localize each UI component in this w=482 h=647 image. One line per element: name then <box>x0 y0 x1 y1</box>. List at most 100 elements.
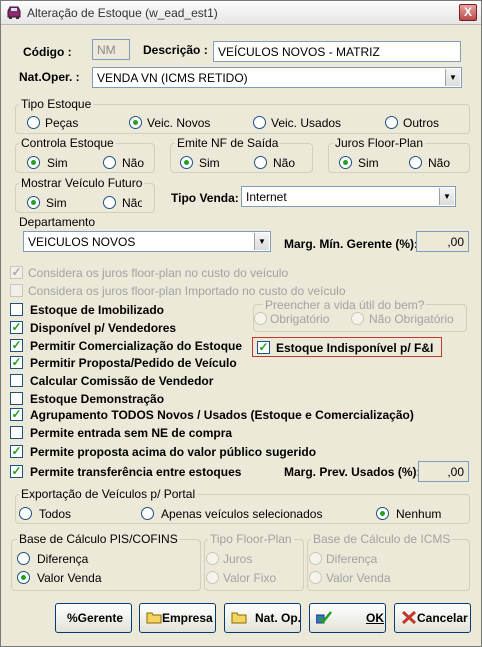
radio-emite-nao[interactable] <box>254 156 267 169</box>
cancelar-button-label: Cancelar <box>417 611 468 625</box>
label-icms-valor-venda: Valor Venda <box>326 571 391 585</box>
label-entrada-sem-ne: Permite entrada sem NE de compra <box>30 426 233 440</box>
radio-nao-obrigatorio <box>351 312 364 325</box>
check-permitir-comercializacao[interactable]: ✓ <box>10 339 23 352</box>
check-entrada-sem-ne[interactable] <box>10 426 23 439</box>
marg-min-label: Marg. Mín. Gerente (%): <box>284 237 419 251</box>
empresa-button-label: Empresa <box>162 611 213 625</box>
radio-veic-usados[interactable] <box>253 116 266 129</box>
radio-exp-selecionados[interactable] <box>141 507 154 520</box>
check-disponivel-vendedores[interactable]: ✓ <box>10 321 23 334</box>
radio-emite-sim[interactable] <box>180 156 193 169</box>
radio-juros-sim[interactable] <box>339 156 352 169</box>
checkmark-icon <box>316 611 332 624</box>
window-title: Alteração de Estoque (w_ead_est1) <box>27 6 218 20</box>
radio-controla-nao[interactable] <box>103 156 116 169</box>
check-proposta-acima[interactable]: ✓ <box>10 445 23 458</box>
label-pecas: Peças <box>45 116 79 130</box>
marg-prev-field[interactable]: ,00 <box>418 461 469 482</box>
label-juros-nao: Não <box>428 156 451 170</box>
check-calcular-comissao[interactable] <box>10 374 23 387</box>
marg-min-field[interactable]: ,00 <box>416 231 469 252</box>
cancelar-button[interactable]: Cancelar <box>394 603 471 633</box>
label-emite-nao: Não <box>273 156 296 170</box>
tipo-venda-select[interactable]: Internet ▼ <box>241 186 456 207</box>
check-estoque-demonstracao[interactable] <box>10 392 23 405</box>
radio-futuro-nao[interactable] <box>103 196 116 209</box>
radio-pis-valor-venda[interactable] <box>17 571 30 584</box>
departamento-select[interactable]: VEICULOS NOVOS ▼ <box>23 231 271 252</box>
descricao-field[interactable]: VEÍCULOS NOVOS - MATRIZ <box>213 41 461 62</box>
label-juros-floor-custo: Considera os juros floor-plan no custo d… <box>28 266 289 280</box>
label-icms-diferenca: Diferença <box>326 552 378 566</box>
cancel-x-icon <box>401 611 417 624</box>
natop-button-label: Nat. Op. <box>255 611 302 625</box>
close-button[interactable]: X <box>459 4 477 21</box>
radio-pis-diferenca[interactable] <box>17 552 30 565</box>
label-juros-sim: Sim <box>358 156 379 170</box>
label-pis-diferenca: Diferença <box>37 552 89 566</box>
radio-icms-valor-venda <box>309 571 322 584</box>
base-icms-title: Base de Cálculo de ICMS <box>311 532 453 546</box>
label-disponivel-vendedores: Disponível p/ Vendedores <box>30 321 177 335</box>
juros-floor-title: Juros Floor-Plan <box>333 136 426 150</box>
ok-button-label: OK <box>366 611 384 625</box>
radio-exp-nenhum[interactable] <box>376 507 389 520</box>
radio-icms-diferenca <box>309 552 322 565</box>
car-app-icon <box>7 6 21 19</box>
base-pis-title: Base de Cálculo PIS/COFINS <box>17 532 180 546</box>
natoper-label: Nat.Oper. : <box>19 70 80 84</box>
radio-floor-juros <box>206 552 219 565</box>
empresa-button[interactable]: Empresa <box>139 603 216 633</box>
codigo-field[interactable]: NM <box>92 39 130 60</box>
marg-prev-label: Marg. Prev. Usados (%): <box>284 465 421 479</box>
label-veic-usados: Veic. Usados <box>271 116 342 130</box>
emite-nf-title: Emite NF de Saída <box>175 136 281 150</box>
label-exp-selecionados: Apenas veículos selecionados <box>161 507 323 521</box>
check-agrupamento-todos[interactable]: ✓ <box>10 408 23 421</box>
check-permitir-proposta[interactable]: ✓ <box>10 356 23 369</box>
radio-floor-valor-fixo <box>206 571 219 584</box>
radio-pecas[interactable] <box>27 116 40 129</box>
radio-veic-novos[interactable] <box>129 116 142 129</box>
label-estoque-imobilizado: Estoque de Imobilizado <box>30 303 165 317</box>
natop-button[interactable]: Nat. Op. <box>224 603 301 633</box>
check-estoque-imobilizado[interactable] <box>10 303 23 316</box>
label-permitir-comercializacao: Permitir Comercialização do Estoque <box>30 339 243 353</box>
check-transferencia-estoques[interactable]: ✓ <box>10 465 23 478</box>
radio-juros-nao[interactable] <box>409 156 422 169</box>
chevron-down-icon[interactable]: ▼ <box>445 69 460 86</box>
chevron-down-icon[interactable]: ▼ <box>254 233 269 250</box>
label-estoque-indisponivel: Estoque Indisponível p/ F&I <box>276 341 434 355</box>
label-floor-juros: Juros <box>223 552 253 566</box>
radio-obrigatorio <box>254 312 267 325</box>
departamento-title: Departamento <box>19 215 96 229</box>
radio-exp-todos[interactable] <box>19 507 32 520</box>
check-juros-floor-custo: ✓ <box>10 265 23 279</box>
title-bar[interactable]: Alteração de Estoque (w_ead_est1) X <box>1 1 481 25</box>
label-proposta-acima: Permite proposta acima do valor público … <box>30 445 317 459</box>
label-agrupamento-todos: Agrupamento TODOS Novos / Usados (Estoqu… <box>30 408 414 422</box>
radio-futuro-sim[interactable] <box>27 196 40 209</box>
natoper-value: VENDA VN (ICMS RETIDO) <box>97 71 248 85</box>
label-emite-sim: Sim <box>199 156 220 170</box>
label-transferencia-estoques: Permite transferência entre estoques <box>30 465 242 479</box>
ok-button[interactable]: OK <box>309 603 386 633</box>
label-obrigatorio: Obrigatório <box>270 312 330 326</box>
label-juros-floor-importado: Considera os juros floor-plan Importado … <box>28 284 346 298</box>
folder-icon <box>146 612 162 624</box>
radio-controla-sim[interactable] <box>27 156 40 169</box>
descricao-label: Descrição : <box>143 43 208 57</box>
label-pis-valor-venda: Valor Venda <box>37 571 102 585</box>
chevron-down-icon[interactable]: ▼ <box>439 188 454 205</box>
departamento-value: VEICULOS NOVOS <box>28 235 136 249</box>
label-calcular-comissao: Calcular Comissão de Vendedor <box>30 374 214 388</box>
check-estoque-indisponivel[interactable]: ✓ <box>257 341 270 354</box>
natoper-select[interactable]: VENDA VN (ICMS RETIDO) ▼ <box>92 67 462 88</box>
gerente-button[interactable]: %Gerente <box>55 603 132 633</box>
radio-outros[interactable] <box>385 116 398 129</box>
check-juros-floor-importado <box>10 284 23 297</box>
folder-icon <box>231 612 247 624</box>
label-futuro-sim: Sim <box>46 196 67 210</box>
codigo-label: Código : <box>23 45 72 59</box>
